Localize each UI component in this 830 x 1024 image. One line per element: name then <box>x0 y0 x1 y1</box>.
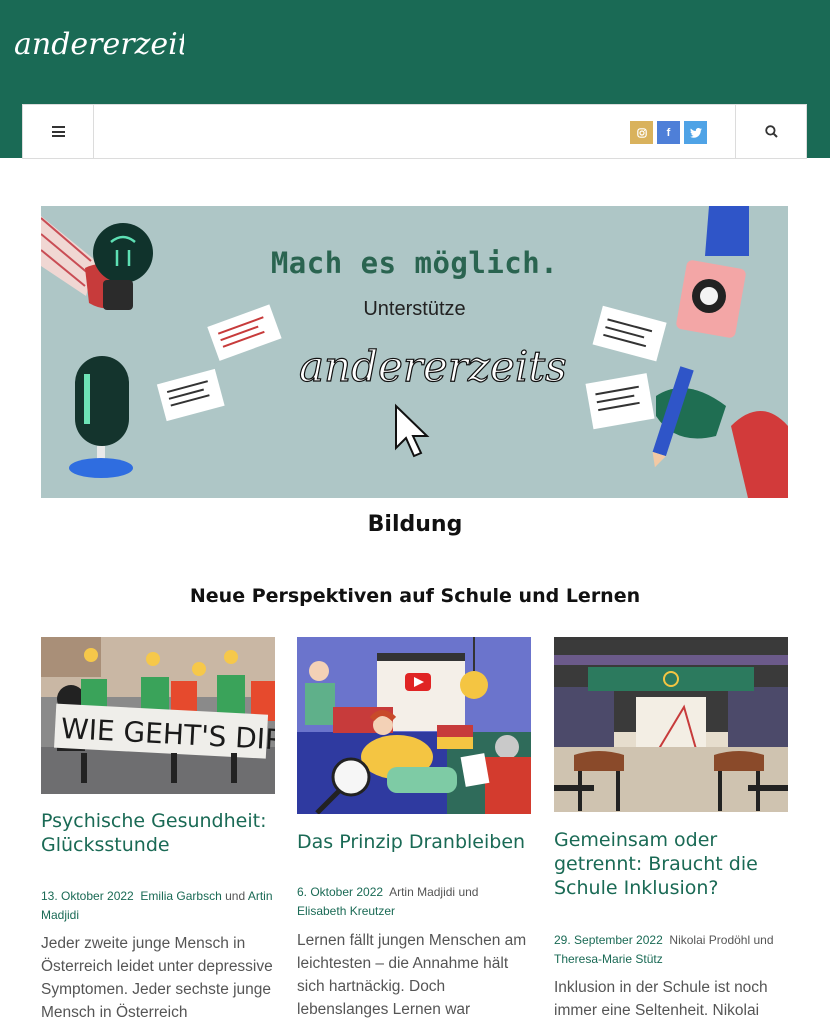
facebook-link[interactable]: f <box>657 121 680 144</box>
author-link[interactable]: Nikolai Prodöhl <box>669 933 750 947</box>
hamburger-icon <box>51 126 65 137</box>
article-date[interactable]: 13. Oktober 2022 <box>41 889 134 903</box>
instagram-icon <box>636 127 647 138</box>
banner-subline: Unterstütze <box>363 298 466 320</box>
article-date[interactable]: 29. September 2022 <box>554 933 663 947</box>
article-image[interactable] <box>554 637 788 812</box>
protest-photo: WIE GEHT'S DIR? <box>41 637 275 794</box>
article-image[interactable] <box>297 637 531 814</box>
author-link[interactable]: Artin Madjidi <box>389 885 455 899</box>
article-title-link[interactable]: Psychische Gesundheit: Glücksstunde <box>41 809 275 857</box>
svg-text:andererzeits: andererzeits <box>299 342 567 391</box>
article-title-link[interactable]: Gemeinsam oder getrennt: Braucht die Sch… <box>554 828 788 900</box>
article-excerpt: Lernen fällt jungen Menschen am leichtes… <box>297 932 527 1018</box>
article-meta: 6. Oktober 2022 Artin Madjidi und Elisab… <box>297 883 531 921</box>
menu-button[interactable] <box>23 105 94 158</box>
article-excerpt: Inklusion in der Schule ist noch immer e… <box>554 979 768 1019</box>
learning-illustration <box>297 637 531 814</box>
banner-headline: Mach es möglich. <box>270 246 559 280</box>
author-conjunction: und <box>225 889 246 903</box>
author-link[interactable]: Theresa-Marie Stütz <box>554 952 663 966</box>
article-card: Das Prinzip Dranbleiben 6. Oktober 2022 … <box>297 637 531 1018</box>
section-title: Bildung <box>367 512 463 537</box>
twitter-icon <box>689 127 702 138</box>
section-subtitle: Neue Perspektiven auf Schule und Lernen <box>189 585 641 607</box>
classroom-illustration <box>554 637 788 812</box>
article-date[interactable]: 6. Oktober 2022 <box>297 885 383 899</box>
instagram-link[interactable] <box>630 121 653 144</box>
facebook-icon: f <box>666 126 671 139</box>
article-meta: 29. September 2022 Nikolai Prodöhl und T… <box>554 931 788 969</box>
author-conjunction: und <box>458 885 479 899</box>
article-title-link[interactable]: Das Prinzip Dranbleiben <box>297 830 531 854</box>
article-excerpt: Jeder zweite junge Mensch in Österreich … <box>41 935 273 1021</box>
article-card: WIE GEHT'S DIR? Psychische Gesundheit: G… <box>41 637 275 1021</box>
main-nav-bar: f <box>22 104 807 159</box>
search-icon <box>764 125 778 138</box>
twitter-link[interactable] <box>684 121 707 144</box>
article-meta: 13. Oktober 2022 Emilia Garbsch und Arti… <box>41 887 275 925</box>
support-banner[interactable]: andererzeits Mach es möglich. Unterstütz… <box>41 206 788 498</box>
svg-text:andererzeits: andererzeits <box>14 27 184 62</box>
site-logo[interactable]: andererzeits <box>14 22 184 70</box>
article-card: Gemeinsam oder getrennt: Braucht die Sch… <box>554 637 788 1019</box>
author-link[interactable]: Elisabeth Kreutzer <box>297 904 395 918</box>
author-conjunction: und <box>753 933 774 947</box>
article-image[interactable]: WIE GEHT'S DIR? <box>41 637 275 794</box>
search-button[interactable] <box>735 105 806 158</box>
author-link[interactable]: Emilia Garbsch <box>140 889 221 903</box>
